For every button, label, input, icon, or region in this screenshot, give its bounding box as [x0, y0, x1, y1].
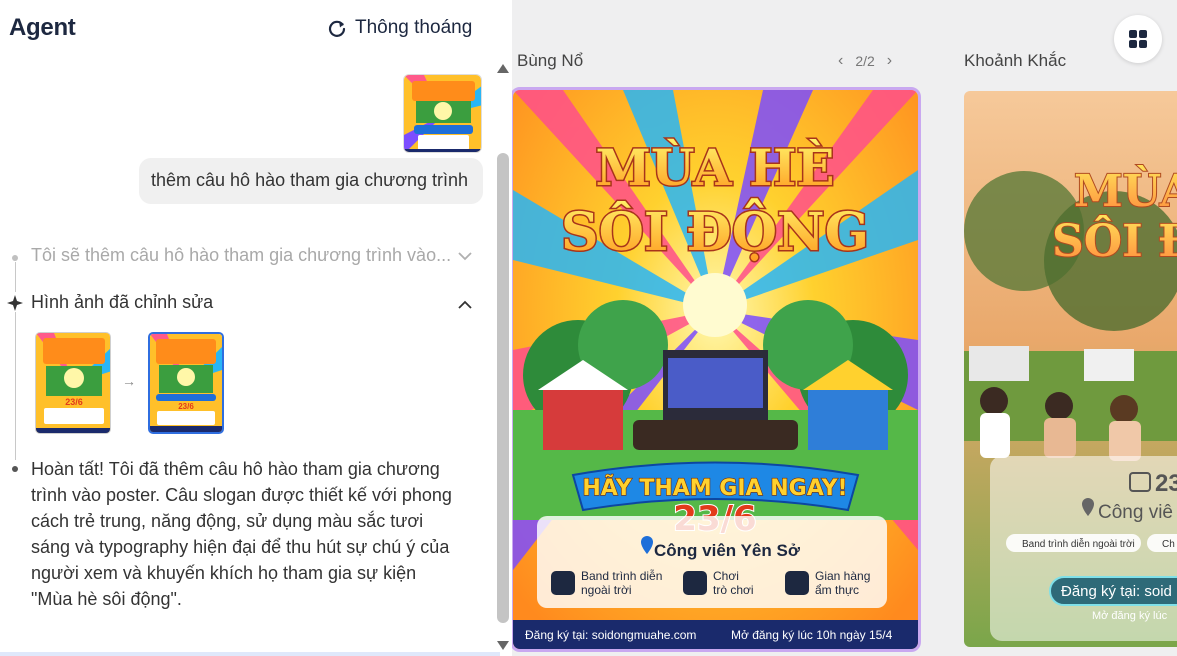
- scroll-down-arrow-icon[interactable]: [497, 641, 509, 650]
- feature-games-line1: Chơi: [713, 569, 739, 583]
- design-canvas: Bùng Nổ ‹ 2/2 › Khoảnh Khắc MÙA HÈ SÔI Đ…: [512, 0, 1177, 656]
- feature-games-line2: trò chơi: [713, 583, 754, 597]
- poster2-title-line1: MÙA: [1074, 164, 1177, 217]
- poster-open-registration: Mở đăng ký lúc 10h ngày 15/4: [731, 628, 893, 642]
- input-area-edge: [0, 652, 500, 656]
- timeline-dot: [12, 255, 18, 261]
- svg-text:23/6: 23/6: [178, 402, 194, 411]
- feature-band-line1: Band trình diễn: [581, 568, 662, 583]
- poster2-title-line2: SÔI Đ: [1052, 214, 1177, 267]
- grid-view-button[interactable]: [1114, 15, 1162, 63]
- new-chat-label: Thông thoáng: [355, 17, 473, 38]
- step-summary-text: Tôi sẽ thêm câu hô hào tham gia chương t…: [31, 245, 452, 265]
- poster2-open-registration: Mở đăng ký lúc: [1092, 610, 1168, 622]
- agent-panel: Agent Thông thoáng thêm câu hô hào tham …: [0, 0, 512, 656]
- poster-khoanh-khac[interactable]: MÙA SÔI Đ 23 Công viê Band trình diễn ng…: [964, 91, 1177, 647]
- poster-register-url: Đăng ký tại: soidongmuahe.com: [525, 628, 696, 642]
- new-chat-button[interactable]: Thông thoáng: [327, 17, 472, 39]
- chevron-up-icon[interactable]: [456, 296, 474, 314]
- chat-scrollbar[interactable]: [496, 60, 510, 656]
- poster-cta-banner: HÃY THAM GIA NGAY!: [582, 475, 847, 501]
- poster-title-line1: MÙA HÈ: [596, 138, 835, 197]
- user-message-bubble: thêm câu hô hào tham gia chương trình: [139, 158, 483, 204]
- svg-text:23/6: 23/6: [65, 397, 83, 407]
- poster-bung-no[interactable]: MÙA HÈ SÔI ĐỘNG HÃY THAM GIA NGAY! 23/6 …: [512, 87, 921, 652]
- poster2-feature-band: Band trình diễn ngoài trời: [1022, 537, 1135, 550]
- scroll-up-arrow-icon[interactable]: [497, 64, 509, 73]
- step-edited-image-title: Hình ảnh đã chỉnh sửa: [31, 292, 214, 312]
- feature-food-line2: ẩm thực: [815, 583, 859, 597]
- music-icon: [551, 571, 575, 595]
- card-label-bung-no: Bùng Nổ: [517, 51, 584, 70]
- timeline-connector: [15, 312, 16, 460]
- grid-icon: [1129, 30, 1147, 48]
- poster-location: Công viên Yên Sở: [654, 541, 801, 560]
- arrow-right-icon: →: [122, 373, 136, 389]
- before-image-thumbnail[interactable]: 23/6: [35, 332, 111, 434]
- after-image-thumbnail[interactable]: 23/6: [148, 332, 224, 434]
- refresh-icon: [328, 20, 346, 37]
- assistant-final-message: Hoàn tất! Tôi đã thêm câu hô hào tham gi…: [31, 459, 452, 609]
- poster2-register-url: Đăng ký tại: soid: [1061, 583, 1172, 600]
- poster-title-line2: SÔI ĐỘNG: [561, 198, 869, 263]
- gamepad-icon: [683, 571, 707, 595]
- panel-title: Agent: [9, 14, 76, 41]
- feature-band-line2: ngoài trời: [581, 583, 632, 597]
- poster2-location: Công viê: [1098, 502, 1173, 523]
- chevron-down-icon[interactable]: [456, 247, 474, 265]
- pager-next-button[interactable]: ›: [887, 52, 892, 70]
- poster2-date: 23: [1155, 470, 1177, 497]
- card-label-khoanh-khac: Khoảnh Khắc: [964, 51, 1067, 70]
- variant-pager: ‹ 2/2 ›: [838, 52, 892, 70]
- user-attachment-thumbnail[interactable]: [403, 74, 482, 153]
- sparkle-icon: [7, 295, 23, 311]
- timeline-connector: [15, 262, 16, 292]
- pager-prev-button[interactable]: ‹: [838, 52, 843, 70]
- feature-food-line1: Gian hàng: [815, 569, 870, 583]
- scroll-thumb[interactable]: [497, 153, 509, 623]
- timeline-dot: [12, 466, 18, 472]
- food-stall-icon: [785, 571, 809, 595]
- poster2-feature-2: Ch: [1162, 539, 1175, 550]
- pager-count: 2/2: [855, 53, 875, 69]
